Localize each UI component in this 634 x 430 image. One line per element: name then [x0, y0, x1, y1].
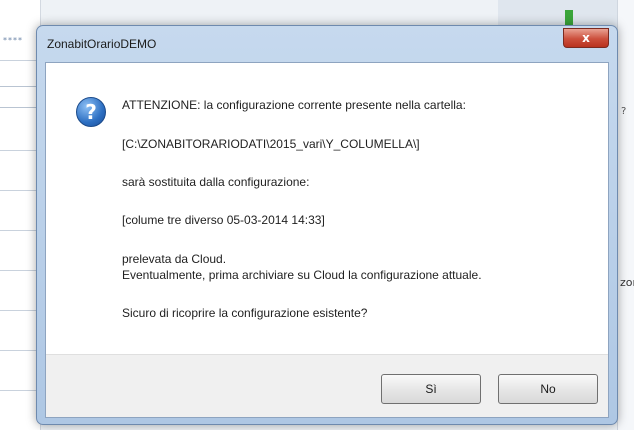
message-line: prelevata da Cloud.: [122, 252, 227, 266]
dialog-content: ? ATTENZIONE: la configurazione corrente…: [45, 62, 609, 418]
message-line-path: [C:\ZONABITORARIODATI\2015_vari\Y_COLUME…: [122, 137, 420, 151]
yes-button[interactable]: Sì: [381, 374, 481, 404]
message-line-config: [colume tre diverso 05-03-2014 14:33]: [122, 213, 325, 227]
background-divider: [0, 310, 40, 311]
background-divider: [0, 350, 40, 351]
message-dialog: ZonabitOrarioDEMO x ? ATTENZIONE: la con…: [36, 25, 618, 425]
close-icon: x: [582, 31, 590, 45]
background-cutoff-text: zor: [620, 276, 634, 289]
message-line: sarà sostituita dalla configurazione:: [122, 175, 310, 189]
background-divider: [0, 190, 40, 191]
dialog-button-bar: Sì No: [46, 354, 608, 417]
dialog-title: ZonabitOrarioDEMO: [47, 37, 157, 51]
close-button[interactable]: x: [563, 28, 609, 48]
background-stars: ****: [3, 36, 23, 45]
background-divider: [0, 60, 40, 61]
background-divider: [0, 390, 40, 391]
dialog-titlebar[interactable]: ZonabitOrarioDEMO x: [37, 26, 617, 62]
background-field: [0, 86, 41, 108]
message-line: ATTENZIONE: la configurazione corrente p…: [122, 98, 466, 112]
background-right-panel: ? zor: [617, 0, 634, 430]
background-divider: [0, 270, 40, 271]
background-divider: [0, 150, 40, 151]
background-left-panel: ****: [0, 0, 41, 430]
message-line-question: Sicuro di ricoprire la configurazione es…: [122, 306, 368, 320]
background-divider: [0, 230, 40, 231]
question-icon: ?: [76, 97, 106, 127]
background-help-mark: ?: [621, 106, 627, 117]
no-button[interactable]: No: [498, 374, 598, 404]
message-line: Eventualmente, prima archiviare su Cloud…: [122, 268, 482, 282]
